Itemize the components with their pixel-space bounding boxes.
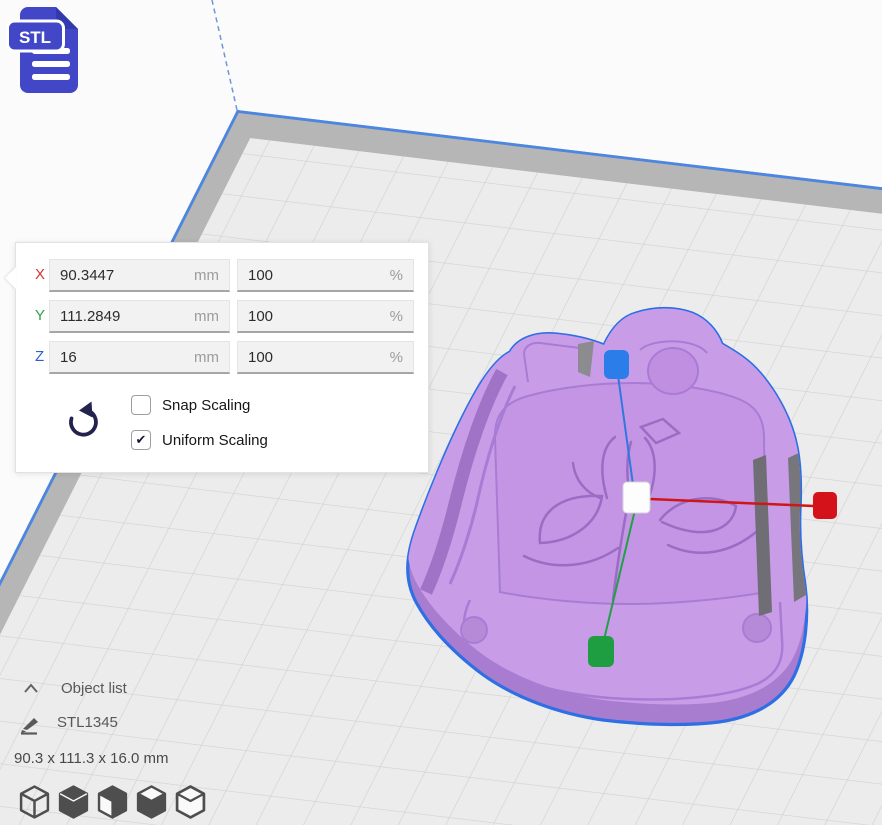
open-front-cube-icon[interactable] [96, 783, 129, 821]
wireframe-cube-icon[interactable] [18, 783, 51, 821]
gizmo-handle-y[interactable] [588, 636, 614, 667]
object-dimensions: 90.3 x 111.3 x 16.0 mm [14, 750, 169, 767]
y-percent-input[interactable] [248, 308, 360, 325]
x-percent-field: % [237, 259, 414, 292]
uniform-scaling-label: Uniform Scaling [162, 432, 268, 449]
object-item-name: STL1345 [57, 714, 118, 731]
panel-notch [5, 267, 16, 289]
z-percent-input[interactable] [248, 349, 360, 366]
y-percent-field: % [237, 300, 414, 333]
z-size-field: mm [49, 341, 230, 374]
object-list-header[interactable]: Object list [13, 678, 273, 698]
open-top-cube-icon[interactable] [135, 783, 168, 821]
gizmo-handle-z[interactable] [604, 350, 629, 379]
y-size-unit: mm [194, 308, 219, 325]
y-size-field: mm [49, 300, 230, 333]
x-size-unit: mm [194, 267, 219, 284]
snap-scaling-checkbox[interactable] [131, 395, 151, 415]
x-percent-unit: % [390, 267, 403, 284]
z-size-input[interactable] [60, 349, 174, 366]
solid-cube-icon[interactable] [57, 783, 90, 821]
z-size-unit: mm [194, 349, 219, 366]
model-knob-hole [648, 348, 698, 394]
hollow-cube-icon[interactable] [174, 783, 207, 821]
snap-scaling-label: Snap Scaling [162, 397, 250, 414]
y-percent-unit: % [390, 308, 403, 325]
object-list-item[interactable]: STL1345 [13, 710, 273, 734]
view-mode-toolbar [18, 783, 207, 821]
stl-file-badge: STL [6, 2, 92, 98]
chevron-up-icon[interactable] [22, 681, 40, 695]
x-size-field: mm [49, 259, 230, 292]
scale-row-y: Y mm % [16, 300, 428, 334]
gizmo-handle-x[interactable] [813, 492, 837, 519]
pencil-icon [17, 712, 45, 736]
object-list-title: Object list [61, 680, 127, 697]
scale-tool-panel: X mm % Y mm % Z mm % [15, 242, 429, 473]
scale-row-x: X mm % [16, 259, 428, 293]
uniform-scaling-checkbox[interactable]: ✔ [131, 430, 151, 450]
stl-badge-label: STL [19, 28, 51, 47]
reset-scale-button[interactable] [62, 399, 104, 447]
z-percent-unit: % [390, 349, 403, 366]
z-percent-field: % [237, 341, 414, 374]
y-size-input[interactable] [60, 308, 174, 325]
x-size-input[interactable] [60, 267, 174, 284]
gizmo-handle-center[interactable] [623, 482, 650, 513]
uniform-check-glyph: ✔ [136, 432, 147, 448]
x-percent-input[interactable] [248, 267, 360, 284]
scale-row-z: Z mm % [16, 341, 428, 375]
